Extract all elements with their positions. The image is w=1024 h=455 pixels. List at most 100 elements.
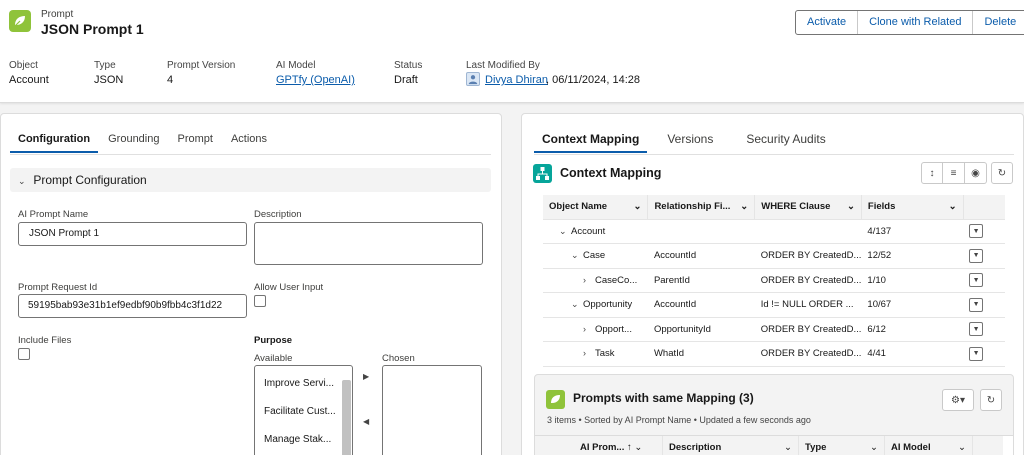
listbox-scrollbar[interactable] — [342, 380, 351, 455]
last-modified-date: , 06/11/2024, 14:28 — [546, 74, 640, 86]
list-item[interactable]: Improve Servi... — [255, 370, 339, 398]
object-value: Account — [9, 74, 49, 86]
prompt-version-value: 4 — [167, 74, 174, 86]
column-header[interactable]: Object Name ⌄ — [543, 195, 649, 220]
delete-button[interactable]: Delete — [973, 11, 1024, 34]
available-listbox[interactable]: Improve Servi... Facilitate Cust... Mana… — [254, 365, 353, 455]
column-header[interactable]: Relationship Fi... ⌄ — [647, 195, 756, 220]
chevron-down-icon[interactable]: ⌄ — [958, 436, 966, 455]
tab-configuration[interactable]: Configuration — [10, 125, 99, 153]
list-item[interactable]: Manage Stak... — [255, 426, 339, 454]
allow-user-input-label: Allow User Input — [254, 282, 324, 293]
row-action-dropdown[interactable]: ▼ — [969, 346, 984, 361]
gear-icon[interactable]: ⚙▾ — [942, 389, 974, 411]
chevron-down-icon[interactable]: ⌄ — [784, 436, 792, 455]
table-row[interactable]: ⌄ Opportunity AccountId Id != NULL ORDER … — [543, 292, 1005, 318]
chevron-down-icon[interactable]: ⌄ — [740, 201, 748, 212]
context-panel: Context Mapping Versions Security Audits… — [521, 113, 1024, 455]
list-item[interactable]: Facilitate Cust... — [255, 398, 339, 426]
description-label: Description — [254, 209, 302, 220]
tab-prompt[interactable]: Prompt — [169, 125, 220, 153]
hierarchy-icon — [533, 164, 552, 183]
prompt-request-id-label: Prompt Request Id — [18, 282, 98, 293]
status-value: Draft — [394, 74, 418, 86]
refresh-icon[interactable]: ↻ — [991, 162, 1013, 184]
refresh-icon[interactable]: ↻ — [980, 389, 1002, 411]
ai-prompt-name-label: AI Prompt Name — [18, 209, 89, 220]
allow-user-input-checkbox[interactable] — [254, 295, 266, 307]
prompt-configuration-section[interactable]: ⌄ Prompt Configuration — [10, 168, 491, 192]
expand-all-icon[interactable]: ↕ — [921, 162, 943, 184]
tab-versions[interactable]: Versions — [667, 125, 713, 153]
chevron-down-icon[interactable]: ⌄ — [634, 442, 642, 453]
column-header[interactable]: AI Model ⌄ — [885, 436, 973, 455]
ai-model-link[interactable]: GPTfy (OpenAI) — [276, 74, 355, 86]
row-action-dropdown[interactable]: ▼ — [969, 248, 984, 263]
last-modified-user-link[interactable]: Divya Dhiran — [485, 74, 548, 86]
context-mapping-table: Object Name ⌄ Relationship Fi... ⌄ WHERE C… — [543, 195, 1005, 367]
chevron-right-icon[interactable]: › — [583, 348, 595, 358]
chevron-right-icon[interactable]: › — [583, 324, 595, 334]
prompt-version-label: Prompt Version — [167, 60, 236, 71]
chevron-down-icon[interactable]: ⌄ — [870, 436, 878, 455]
chosen-listbox[interactable] — [382, 365, 482, 455]
table-row[interactable]: ⌄ Account 4/137 ▼ — [543, 219, 1005, 244]
prompt-leaf-icon — [9, 10, 31, 32]
related-prompts-card: Prompts with same Mapping (3) 3 items • … — [534, 374, 1014, 455]
last-modified-label: Last Modified By — [466, 60, 540, 71]
object-label: Object — [9, 60, 38, 71]
description-textarea[interactable] — [254, 222, 483, 265]
include-files-label: Include Files — [18, 335, 72, 346]
row-action-dropdown[interactable]: ▼ — [969, 273, 984, 288]
record-header: Prompt JSON Prompt 1 Activate Clone with… — [0, 0, 1024, 103]
row-action-dropdown[interactable]: ▼ — [969, 322, 984, 337]
tab-actions[interactable]: Actions — [223, 125, 275, 153]
tab-context-mapping[interactable]: Context Mapping — [534, 125, 648, 153]
column-header[interactable]: WHERE Clause ⌄ — [754, 195, 862, 220]
include-files-checkbox[interactable] — [18, 348, 30, 360]
sort-up-icon[interactable]: ↑ — [627, 442, 632, 453]
table-row[interactable]: › CaseCo... ParentId ORDER BY CreatedD...… — [543, 268, 1005, 293]
prompt-request-id-input[interactable]: 59195bab93e31b1ef9edbf90b9fbb4c3f1d22 — [18, 294, 247, 318]
chevron-down-icon[interactable]: ⌄ — [633, 201, 641, 212]
ai-prompt-name-input[interactable]: JSON Prompt 1 — [18, 222, 247, 246]
activate-button[interactable]: Activate — [796, 11, 859, 34]
clone-with-related-button[interactable]: Clone with Related — [858, 11, 974, 34]
record-action-buttons: Activate Clone with Related Delete — [795, 10, 1024, 35]
row-action-dropdown[interactable]: ▼ — [969, 224, 984, 239]
left-tabset: Configuration Grounding Prompt Actions — [10, 125, 491, 155]
table-row[interactable]: › Opport... OpportunityId ORDER BY Create… — [543, 317, 1005, 342]
move-right-icon[interactable]: ▶ — [363, 372, 369, 381]
context-mapping-toolbar: ↕ ≡ ◉ ↻ — [921, 162, 1013, 184]
table-header: AI Prom... ↑ ⌄ Description ⌄ Type ⌄ AI Mod… — [535, 436, 1003, 455]
chevron-down-icon[interactable]: ⌄ — [571, 250, 583, 261]
table-row[interactable]: ⌄ Case AccountId ORDER BY CreatedD... 12/… — [543, 243, 1005, 269]
prompt-leaf-icon — [546, 390, 565, 409]
move-left-icon[interactable]: ◀ — [363, 417, 369, 426]
tab-grounding[interactable]: Grounding — [100, 125, 167, 153]
collapse-all-icon[interactable]: ≡ — [943, 162, 965, 184]
related-prompts-table: AI Prom... ↑ ⌄ Description ⌄ Type ⌄ AI Mod… — [535, 435, 1013, 455]
table-row[interactable]: › Task WhatId ORDER BY CreatedD... 4/41 ▼ — [543, 341, 1005, 367]
eye-icon[interactable]: ◉ — [965, 162, 987, 184]
chevron-down-icon[interactable]: ⌄ — [949, 201, 957, 212]
available-label: Available — [254, 353, 293, 364]
column-header[interactable]: Fields ⌄ — [861, 195, 964, 220]
right-tabset: Context Mapping Versions Security Audits — [534, 125, 1014, 155]
object-type-label: Prompt — [41, 9, 74, 20]
column-header[interactable]: Type ⌄ — [799, 436, 885, 455]
chevron-down-icon[interactable]: ⌄ — [571, 299, 583, 310]
related-prompts-meta: 3 items • Sorted by AI Prompt Name • Upd… — [547, 415, 811, 425]
row-action-dropdown[interactable]: ▼ — [969, 297, 984, 312]
chevron-down-icon: ⌄ — [18, 176, 26, 186]
column-header-actions — [963, 195, 1005, 220]
chevron-down-icon[interactable]: ⌄ — [847, 201, 855, 212]
column-header[interactable]: AI Prom... ↑ ⌄ — [535, 436, 663, 455]
type-label: Type — [94, 60, 116, 71]
chevron-down-icon[interactable]: ⌄ — [559, 226, 571, 237]
status-label: Status — [394, 60, 423, 71]
tab-security-audits[interactable]: Security Audits — [746, 125, 825, 153]
type-value: JSON — [94, 74, 124, 86]
chevron-right-icon[interactable]: › — [583, 275, 595, 285]
column-header[interactable]: Description ⌄ — [663, 436, 799, 455]
